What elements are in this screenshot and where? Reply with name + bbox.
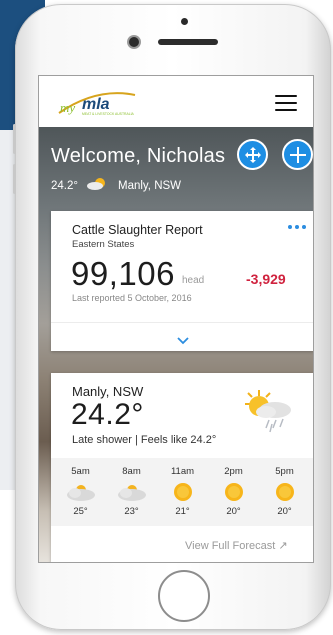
forecast-temp: 21°: [175, 506, 190, 517]
forecast-time: 8am: [122, 466, 141, 477]
forecast-item: 11am 21°: [161, 458, 205, 526]
hourly-forecast: 5am 25° 8am 23° 11am 21° 2pm 20° 5pm 20°: [51, 458, 313, 526]
move-arrows-button[interactable]: [237, 139, 268, 170]
sun-icon: [223, 479, 245, 505]
cattle-card-title: Cattle Slaughter Report: [72, 223, 203, 237]
cattle-unit: head: [182, 275, 205, 286]
hero-temperature: 24.2°: [51, 179, 78, 192]
front-camera: [129, 37, 139, 47]
home-button[interactable]: [158, 570, 210, 622]
cattle-report-date: Last reported 5 October, 2016: [72, 293, 192, 303]
cloud-icon: [116, 479, 148, 505]
chevron-down-icon[interactable]: [177, 332, 189, 350]
sun-icon: [274, 479, 296, 505]
earpiece-speaker: [158, 39, 218, 45]
plus-icon: [289, 146, 306, 163]
forecast-time: 2pm: [224, 466, 243, 477]
move-arrows-icon: [244, 146, 261, 163]
forecast-time: 5am: [71, 466, 90, 477]
forecast-item: 2pm 20°: [212, 458, 256, 526]
welcome-message: Welcome, Nicholas: [51, 145, 226, 167]
weather-temperature: 24.2°: [71, 398, 144, 431]
partly-cloudy-icon: [86, 177, 110, 194]
view-full-forecast-link[interactable]: View Full Forecast ↗: [185, 539, 288, 552]
hero-weather-summary: 24.2° Manly, NSW: [51, 177, 181, 194]
weather-location: Manly, NSW: [72, 384, 144, 399]
weather-description: Late shower | Feels like 24.2°: [72, 434, 217, 446]
cloud-icon: [65, 479, 97, 505]
cattle-change-value: -3,929: [246, 271, 286, 287]
sun-icon: [172, 479, 194, 505]
logo-word: mla: [82, 96, 110, 113]
more-dots-icon[interactable]: [288, 225, 306, 229]
cattle-slaughter-card[interactable]: Cattle Slaughter Report Eastern States 9…: [51, 211, 313, 351]
app-header: my mla MEAT & LIVESTOCK AUSTRALIA: [39, 76, 313, 127]
forecast-item: 8am 23°: [110, 458, 154, 526]
card-divider: [51, 322, 313, 323]
weather-card[interactable]: Manly, NSW 24.2° Late shower | Feels lik…: [51, 373, 313, 562]
forecast-item: 5pm 20°: [263, 458, 307, 526]
cattle-head-count: 99,106: [71, 255, 175, 292]
mymla-logo[interactable]: my mla MEAT & LIVESTOCK AUSTRALIA: [57, 87, 137, 122]
logo-tagline: MEAT & LIVESTOCK AUSTRALIA: [82, 112, 135, 116]
forecast-time: 5pm: [275, 466, 294, 477]
cattle-card-subtitle: Eastern States: [72, 239, 135, 250]
hamburger-menu-icon[interactable]: [275, 95, 297, 111]
forecast-item: 5am 25°: [59, 458, 103, 526]
volume-up-button: [13, 124, 16, 154]
sun-cloud-rain-icon: [239, 388, 299, 441]
forecast-temp: 20°: [277, 506, 292, 517]
app-screen: my mla MEAT & LIVESTOCK AUSTRALIA Welcom…: [38, 75, 314, 563]
forecast-temp: 25°: [73, 506, 88, 517]
forecast-temp: 20°: [226, 506, 241, 517]
hero-location: Manly, NSW: [117, 179, 182, 192]
add-button[interactable]: [282, 139, 313, 170]
forecast-time: 11am: [170, 466, 195, 477]
proximity-sensor: [181, 18, 188, 25]
volume-down-button: [13, 164, 16, 194]
logo-prefix: my: [60, 100, 75, 115]
forecast-temp: 23°: [124, 506, 139, 517]
